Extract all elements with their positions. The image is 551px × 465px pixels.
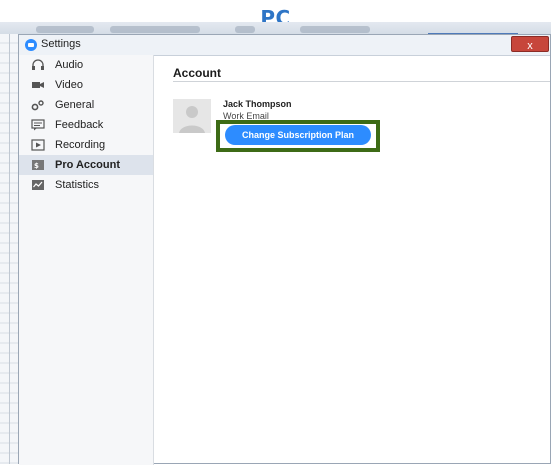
sidebar-item-label: Pro Account [55,159,120,171]
settings-window: Settings x Audio Video General Feedback … [18,34,551,465]
user-name: Jack Thompson [223,99,292,109]
account-icon: $ [31,159,45,171]
user-silhouette-icon [179,106,205,133]
account-panel: Account Jack Thompson Work Email Change … [155,55,550,463]
sidebar-item-label: Audio [55,59,84,71]
title-divider [173,81,550,82]
settings-sidebar: Audio Video General Feedback Recording $… [19,55,154,465]
sidebar-item-statistics[interactable]: Statistics [19,175,153,195]
gears-icon [31,99,45,111]
change-subscription-plan-button[interactable]: Change Subscription Plan [225,125,371,145]
sidebar-item-recording[interactable]: Recording [19,135,153,155]
sidebar-item-audio[interactable]: Audio [19,55,153,75]
window-title: Settings [41,38,81,50]
video-camera-icon [31,79,45,91]
sidebar-item-label: Video [55,79,83,91]
title-bar: Settings x [19,35,550,56]
page-title: Account [173,66,221,80]
zoom-logo-icon [25,39,37,51]
sidebar-item-label: General [55,99,95,111]
avatar [173,99,211,133]
close-button[interactable]: x [511,36,549,52]
svg-text:$: $ [34,162,39,170]
sidebar-item-general[interactable]: General [19,95,153,115]
headphones-icon [31,59,45,71]
chat-icon [31,119,45,131]
sidebar-item-feedback[interactable]: Feedback [19,115,153,135]
statistics-icon [31,179,45,191]
play-icon [31,139,45,151]
sidebar-item-video[interactable]: Video [19,75,153,95]
sidebar-item-label: Feedback [55,119,104,131]
sidebar-item-pro-account[interactable]: $ Pro Account [19,155,153,175]
background-left-stripe [0,34,18,464]
sidebar-item-label: Recording [55,139,106,151]
sidebar-item-label: Statistics [55,179,100,191]
